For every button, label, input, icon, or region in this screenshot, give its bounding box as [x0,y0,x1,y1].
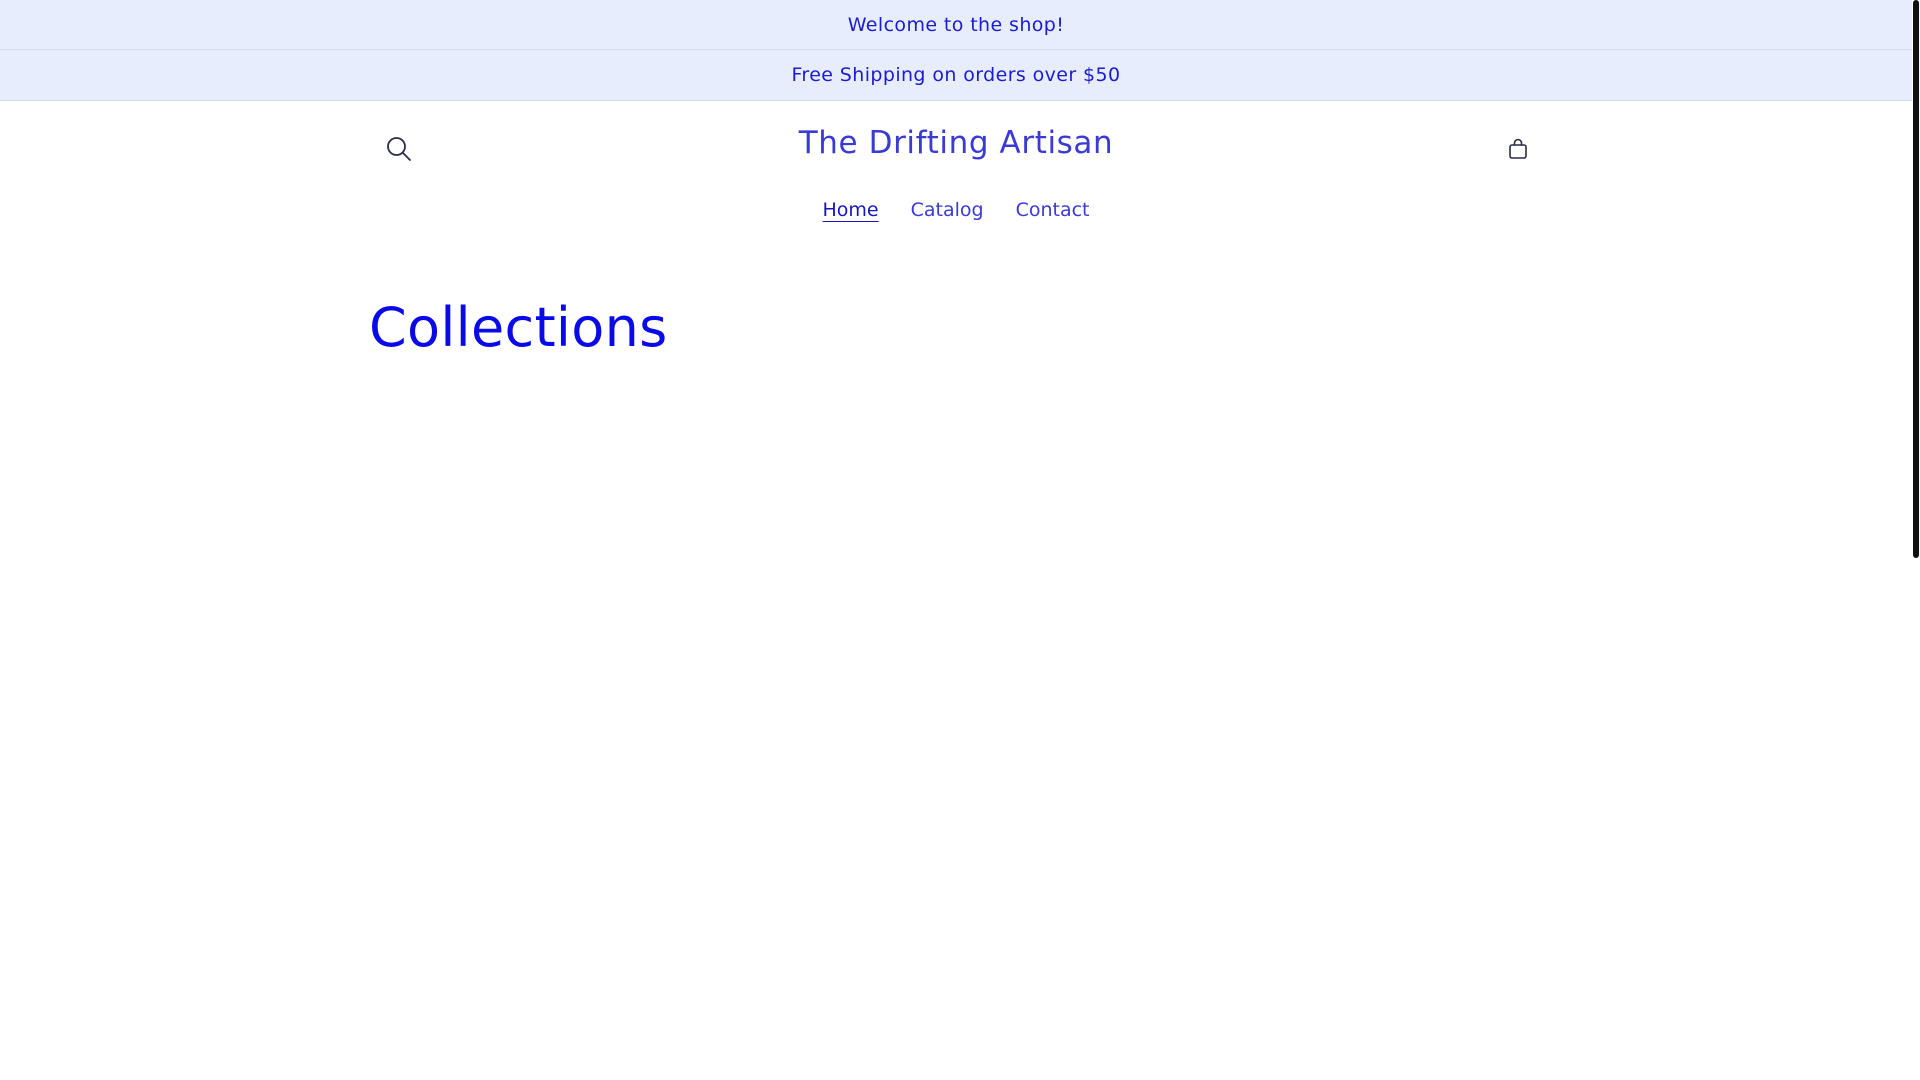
nav-item-contact[interactable]: Contact [1015,199,1091,221]
page-title: Collections [369,296,668,359]
site-header: The Drifting Artisan Home Catalog Contac… [0,101,1912,291]
page: Welcome to the shop! Free Shipping on or… [0,0,1920,1080]
announcement-bar-shipping: Free Shipping on orders over $50 [0,50,1912,101]
main-nav: Home Catalog Contact [0,199,1912,221]
scrollbar-track[interactable] [1912,0,1920,1080]
nav-item-catalog[interactable]: Catalog [910,199,985,221]
scrollbar-thumb[interactable] [1913,0,1919,558]
store-name-link[interactable]: The Drifting Artisan [799,125,1114,161]
announcement-bar: Welcome to the shop! [0,0,1912,50]
nav-item-home[interactable]: Home [822,199,880,221]
announcement-text: Welcome to the shop! [847,13,1065,36]
announcement-text: Free Shipping on orders over $50 [791,64,1121,86]
store-logo: The Drifting Artisan [0,125,1912,161]
cart-icon [1509,138,1527,159]
cart-button[interactable] [1497,128,1539,170]
